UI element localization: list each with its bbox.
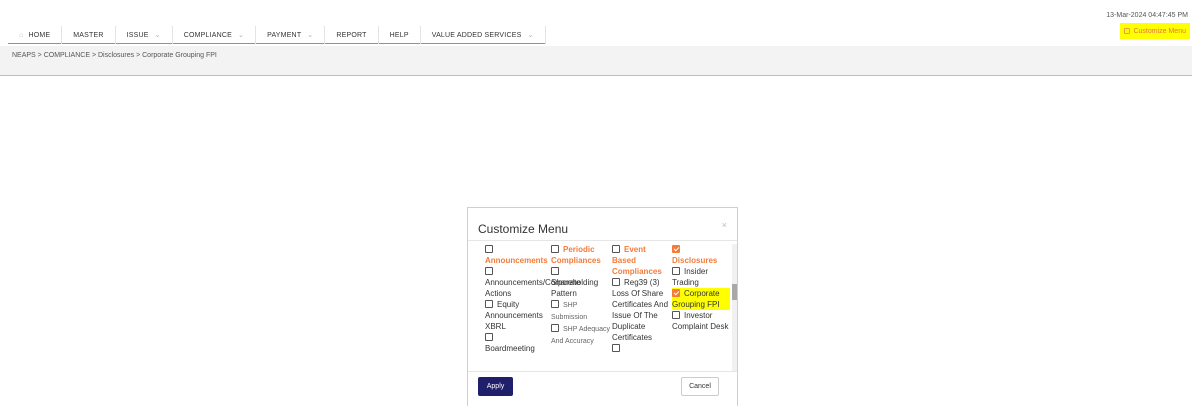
nav-help-label: HELP (389, 31, 409, 39)
breadcrumb: NEAPS > COMPLIANCE > Disclosures > Corpo… (12, 52, 217, 59)
nav-report[interactable]: REPORT (325, 26, 379, 44)
nav-home[interactable]: ⌂ HOME (8, 26, 63, 44)
checkbox-reg39[interactable] (612, 278, 620, 286)
label-investor-complaint-desk: Investor Complaint Desk (672, 311, 729, 331)
column-announcements: Announcements Announcements/Corporate Ac… (485, 244, 581, 354)
nav-home-label: HOME (28, 31, 51, 39)
chevron-down-icon: ⌄ (154, 32, 161, 39)
customize-menu-button[interactable]: Customize Menu (1120, 23, 1190, 39)
nav-report-label: REPORT (336, 31, 367, 39)
nav-compliance-label: COMPLIANCE (183, 31, 233, 39)
checkbox-shp-submission[interactable] (551, 300, 559, 308)
checkbox-disclosures[interactable] (672, 245, 680, 253)
nav-value-added-services[interactable]: VALUE ADDED SERVICES ⌄ (421, 26, 546, 44)
label-shareholding-pattern: Shareholding Pattern (551, 278, 599, 298)
checkbox-boardmeeting[interactable] (485, 333, 493, 341)
nav-issue-label: ISSUE (126, 31, 149, 39)
chevron-down-icon: ⌄ (527, 32, 534, 39)
label-reg39: Reg39 (3) Loss Of Share Certificates And… (612, 278, 669, 342)
checkbox-investor-complaint-desk[interactable] (672, 311, 680, 319)
label-shp-adequacy: SHP Adequacy And Accuracy (551, 326, 610, 345)
checkbox-announcements-corporate-actions[interactable] (485, 267, 493, 275)
nav-compliance[interactable]: COMPLIANCE ⌄ (173, 26, 257, 44)
modal-header-divider (468, 240, 737, 241)
cancel-button[interactable]: Cancel (681, 377, 719, 396)
apply-button[interactable]: Apply (478, 377, 513, 396)
chevron-down-icon: ⌄ (307, 32, 314, 39)
header-announcements: Announcements (485, 256, 548, 265)
checkbox-equity-announcements-xbrl[interactable] (485, 300, 493, 308)
breadcrumb-bar: NEAPS > COMPLIANCE > Disclosures > Corpo… (0, 46, 1192, 76)
header-disclosures: Disclosures (672, 256, 718, 265)
label-announcements-corporate-actions: Announcements/Corporate Actions (485, 278, 581, 298)
nav-issue[interactable]: ISSUE ⌄ (116, 26, 173, 44)
close-icon[interactable]: × (722, 220, 727, 230)
nav-help[interactable]: HELP (379, 26, 421, 44)
chevron-down-icon: ⌄ (238, 32, 245, 39)
checkbox-shp-adequacy[interactable] (551, 324, 559, 332)
nav-vas-label: VALUE ADDED SERVICES (431, 31, 522, 39)
label-equity-announcements-xbrl: Equity Announcements XBRL (485, 300, 543, 331)
checkbox-next-item[interactable] (612, 344, 620, 352)
checkbox-announcements[interactable] (485, 245, 493, 253)
column-periodic-compliances: Periodic Compliances Shareholding Patter… (551, 244, 611, 347)
nav-payment-label: PAYMENT (267, 31, 302, 39)
checkbox-event-based-compliances[interactable] (612, 245, 620, 253)
modal-title: Customize Menu (478, 222, 569, 236)
modal-footer-divider (468, 371, 737, 372)
nav-payment[interactable]: PAYMENT ⌄ (256, 26, 326, 44)
customize-icon (1124, 28, 1131, 34)
column-disclosures: Disclosures Insider Trading Corporate Gr… (672, 244, 730, 332)
checkbox-corporate-grouping-fpi[interactable] (672, 289, 680, 297)
checkbox-periodic-compliances[interactable] (551, 245, 559, 253)
column-event-based-compliances: Event Based Compliances Reg39 (3) Loss O… (612, 244, 670, 354)
checkbox-shareholding-pattern[interactable] (551, 267, 559, 275)
home-icon: ⌂ (19, 31, 24, 39)
customize-menu-label: Customize Menu (1133, 27, 1186, 35)
nav-master-label: MASTER (73, 31, 104, 39)
customize-menu-modal: Customize Menu × Announcements Announcem… (467, 207, 738, 406)
timestamp: 13-Mar-2024 04:47:45 PM (1106, 12, 1188, 19)
label-boardmeeting: Boardmeeting (485, 344, 535, 353)
top-nav: ⌂ HOME MASTER ISSUE ⌄ COMPLIANCE ⌄ PAYMENT ⌄… (8, 26, 546, 44)
checkbox-insider-trading[interactable] (672, 267, 680, 275)
corporate-grouping-fpi-item: Corporate Grouping FPI (672, 288, 730, 310)
scrollbar-thumb[interactable] (732, 284, 737, 300)
modal-scrollbar[interactable] (732, 244, 737, 371)
nav-master[interactable]: MASTER (62, 26, 116, 44)
modal-body: Announcements Announcements/Corporate Ac… (485, 244, 734, 371)
